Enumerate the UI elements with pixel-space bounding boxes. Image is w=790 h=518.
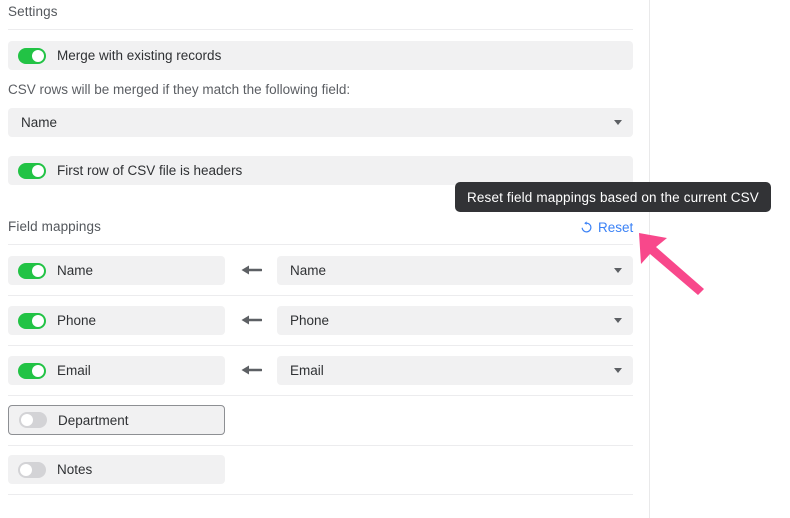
first-row-is-headers-toggle[interactable] bbox=[18, 162, 46, 179]
mapping-row-divider bbox=[8, 494, 633, 495]
first-row-is-headers-label: First row of CSV file is headers bbox=[57, 163, 243, 178]
chevron-down-icon bbox=[614, 120, 622, 125]
merge-with-existing-records-label: Merge with existing records bbox=[57, 48, 222, 63]
toggle-knob bbox=[32, 264, 44, 277]
match-field-select[interactable]: Name bbox=[8, 108, 633, 137]
mapping-row-field-department[interactable]: Department bbox=[8, 405, 225, 435]
mapping-field-label: Name bbox=[57, 263, 94, 278]
arrow-left-icon bbox=[241, 315, 262, 325]
reset-tooltip-text: Reset field mappings based on the curren… bbox=[467, 189, 759, 205]
mapping-toggle-phone[interactable] bbox=[18, 312, 46, 329]
settings-heading: Settings bbox=[8, 4, 58, 19]
mapping-toggle-department[interactable] bbox=[19, 412, 47, 428]
csv-column-select-phone[interactable]: Phone bbox=[277, 306, 633, 335]
mapping-row-field-phone[interactable]: Phone bbox=[8, 306, 225, 335]
left-panel: Settings Merge with existing records CSV… bbox=[0, 0, 649, 518]
reset-tooltip: Reset field mappings based on the curren… bbox=[455, 182, 771, 212]
arrow-left-icon bbox=[241, 265, 262, 275]
mapping-row-divider bbox=[8, 295, 633, 296]
field-mappings-header-divider bbox=[8, 244, 633, 245]
mapping-field-label: Department bbox=[58, 412, 129, 428]
mapping-field-label: Email bbox=[57, 363, 91, 378]
mapping-row-field-name[interactable]: Name bbox=[8, 256, 225, 285]
field-mappings-section-header: Field mappings bbox=[8, 219, 633, 234]
reset-field-mappings-button[interactable]: Reset bbox=[580, 220, 633, 235]
merge-with-existing-records-toggle[interactable] bbox=[18, 47, 46, 64]
mapping-toggle-name[interactable] bbox=[18, 262, 46, 279]
settings-header-divider bbox=[8, 29, 633, 30]
settings-section-header: Settings bbox=[8, 4, 633, 19]
toggle-knob bbox=[32, 164, 44, 177]
arrow-left-icon bbox=[241, 365, 262, 375]
mapping-toggle-email[interactable] bbox=[18, 362, 46, 379]
match-field-select-value: Name bbox=[21, 115, 58, 130]
chevron-down-icon bbox=[614, 368, 622, 373]
mapping-field-label: Phone bbox=[57, 313, 97, 328]
csv-column-value: Email bbox=[290, 363, 324, 378]
csv-column-value: Name bbox=[290, 263, 327, 278]
chevron-down-icon bbox=[614, 318, 622, 323]
field-mappings-heading: Field mappings bbox=[8, 219, 101, 234]
mapping-row-field-notes[interactable]: Notes bbox=[8, 455, 225, 484]
reset-circular-arrow-icon bbox=[581, 221, 592, 233]
mapping-row-divider bbox=[8, 345, 633, 346]
reset-label: Reset bbox=[598, 220, 634, 235]
mapping-row-field-email[interactable]: Email bbox=[8, 356, 225, 385]
mapping-row-divider bbox=[8, 395, 633, 396]
chevron-down-icon bbox=[614, 268, 622, 273]
toggle-knob bbox=[32, 49, 44, 62]
import-settings-panel: Settings Merge with existing records CSV… bbox=[0, 0, 790, 518]
mapping-row-divider bbox=[8, 445, 633, 446]
csv-column-value: Phone bbox=[290, 313, 330, 328]
toggle-knob bbox=[20, 463, 32, 476]
toggle-knob bbox=[21, 414, 33, 426]
toggle-knob bbox=[32, 364, 44, 377]
mapping-field-label: Notes bbox=[57, 462, 93, 477]
csv-column-select-name[interactable]: Name bbox=[277, 256, 633, 285]
first-row-is-headers-row[interactable]: First row of CSV file is headers bbox=[8, 156, 633, 185]
mapping-toggle-notes[interactable] bbox=[18, 461, 46, 478]
toggle-knob bbox=[32, 314, 44, 327]
merge-helper-text: CSV rows will be merged if they match th… bbox=[8, 82, 351, 97]
merge-with-existing-records-row[interactable]: Merge with existing records bbox=[8, 41, 633, 70]
csv-column-select-email[interactable]: Email bbox=[277, 356, 633, 385]
panel-vertical-divider bbox=[649, 0, 650, 518]
